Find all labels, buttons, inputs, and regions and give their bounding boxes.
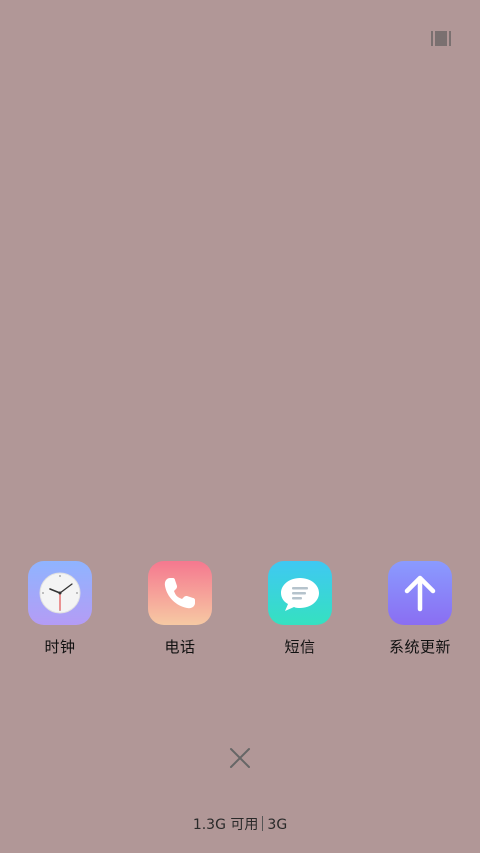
app-label-messages: 短信 (284, 638, 316, 656)
recent-apps-row: 时钟 电话 短信 系统更新 (0, 561, 480, 661)
memory-info: 1.3G 可用 3G (0, 814, 480, 834)
system-update-icon (388, 561, 452, 625)
app-messages[interactable]: 短信 (245, 561, 355, 661)
close-icon[interactable] (226, 744, 254, 772)
clock-icon (28, 561, 92, 625)
app-system-update[interactable]: 系统更新 (365, 561, 475, 661)
app-label-clock: 时钟 (44, 638, 76, 656)
memory-total: 3G (267, 817, 288, 833)
app-phone[interactable]: 电话 (125, 561, 235, 661)
memory-separator (262, 816, 264, 831)
app-label-system-update: 系统更新 (388, 638, 451, 656)
app-clock[interactable]: 时钟 (5, 561, 115, 661)
app-label-phone: 电话 (164, 638, 196, 656)
message-icon (268, 561, 332, 625)
recent-apps-icon[interactable] (431, 31, 451, 46)
memory-available: 1.3G 可用 (192, 817, 259, 833)
phone-icon (148, 561, 212, 625)
